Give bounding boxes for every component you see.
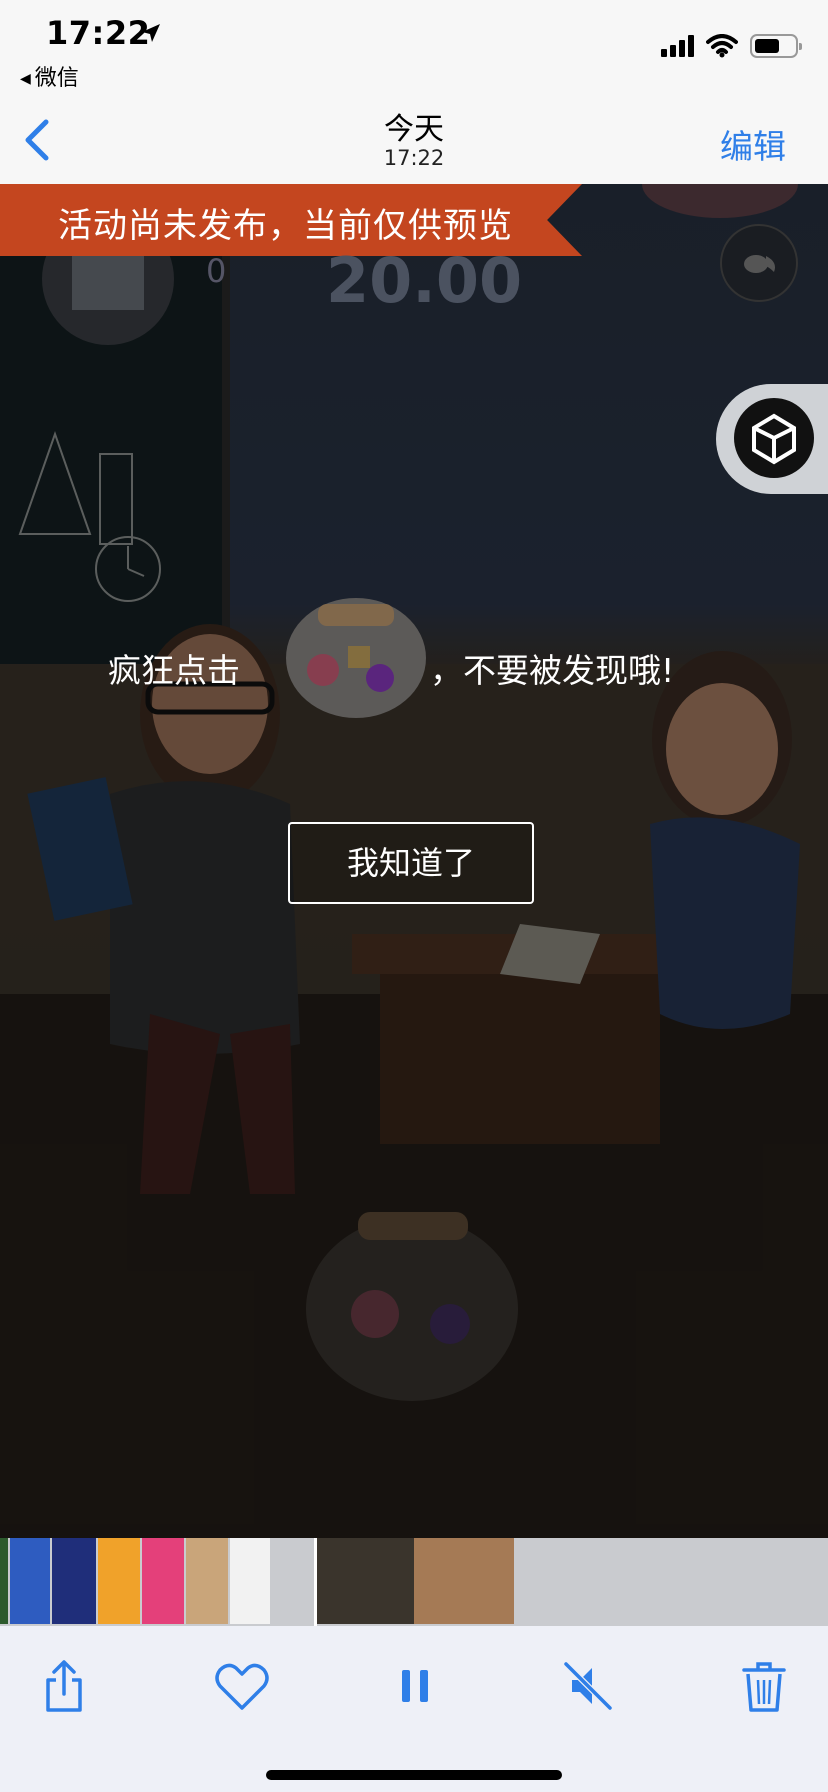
instruction-text-end: ，不要被发现哦! bbox=[430, 651, 675, 690]
back-app-label: 微信 bbox=[34, 66, 79, 91]
countdown-timer: 20.00 bbox=[326, 244, 523, 317]
battery-icon bbox=[750, 34, 802, 58]
delete-button[interactable] bbox=[734, 1656, 794, 1716]
filmstrip-thumb bbox=[230, 1538, 270, 1624]
score-counter: 0 bbox=[206, 252, 227, 290]
back-triangle-icon: ◀ bbox=[20, 71, 31, 87]
share-button[interactable] bbox=[34, 1656, 94, 1716]
page-title: 今天 bbox=[384, 112, 444, 147]
filmstrip-thumb bbox=[142, 1538, 184, 1624]
heart-icon bbox=[215, 1663, 269, 1710]
page-subtitle: 17:22 bbox=[383, 146, 445, 170]
unity-logo-badge bbox=[734, 398, 814, 478]
preview-banner-text: 活动尚未发布，当前仅供预览 bbox=[58, 206, 513, 246]
mute-button[interactable] bbox=[558, 1656, 618, 1716]
share-icon bbox=[46, 1660, 82, 1712]
status-time: 17:22 bbox=[46, 14, 151, 52]
filmstrip-thumb bbox=[414, 1538, 514, 1624]
bottom-toolbar bbox=[0, 1626, 828, 1792]
trash-icon bbox=[742, 1662, 786, 1712]
music-note-icon bbox=[744, 255, 775, 273]
filmstrip-thumb bbox=[98, 1538, 140, 1624]
back-to-app-link[interactable]: ◀ 微信 bbox=[20, 60, 79, 92]
filmstrip-thumb bbox=[0, 1538, 8, 1624]
filmstrip-thumb bbox=[52, 1538, 96, 1624]
pause-button[interactable] bbox=[386, 1656, 446, 1716]
unity-cube-icon bbox=[752, 413, 796, 465]
filmstrip-playhead[interactable] bbox=[314, 1538, 317, 1626]
music-toggle-button[interactable] bbox=[720, 224, 798, 302]
game-scene[interactable]: 活动尚未发布，当前仅供预览 0 20.00 疯狂点击 ，不要被发现哦! 我知道了 bbox=[0, 184, 828, 1538]
speaker-muted-icon bbox=[563, 1661, 613, 1711]
pause-icon bbox=[402, 1670, 428, 1702]
location-arrow-icon bbox=[142, 24, 160, 42]
edit-button[interactable]: 编辑 bbox=[720, 120, 786, 168]
filmstrip-thumb-current bbox=[316, 1538, 414, 1624]
status-indicators bbox=[661, 34, 802, 58]
top-bar: 17:22 ◀ 微信 今天 17:22 编辑 bbox=[0, 0, 828, 184]
video-filmstrip[interactable] bbox=[0, 1538, 828, 1626]
cellular-signal-icon bbox=[661, 35, 694, 57]
home-indicator[interactable] bbox=[266, 1770, 562, 1780]
filmstrip-thumb bbox=[186, 1538, 228, 1624]
filmstrip-thumb bbox=[10, 1538, 50, 1624]
like-button[interactable] bbox=[212, 1656, 272, 1716]
wifi-icon bbox=[706, 34, 738, 58]
unity-floating-button[interactable] bbox=[716, 384, 828, 494]
instruction-text-start: 疯狂点击 bbox=[108, 651, 240, 690]
got-it-button[interactable]: 我知道了 bbox=[288, 822, 534, 904]
